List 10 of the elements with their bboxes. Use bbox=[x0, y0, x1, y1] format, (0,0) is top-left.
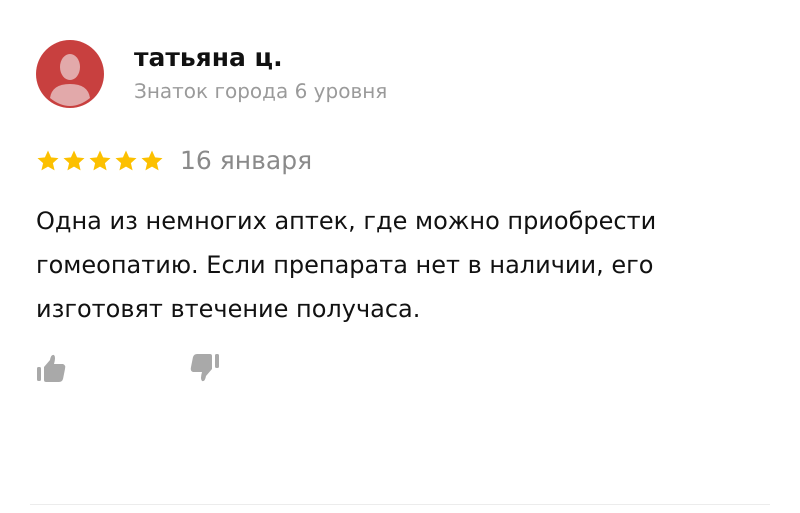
review-date: 16 января bbox=[180, 146, 312, 175]
author-level: Знаток города 6 уровня bbox=[134, 78, 388, 105]
avatar-icon bbox=[36, 40, 104, 108]
star-icon bbox=[114, 148, 138, 172]
star-icon bbox=[140, 148, 164, 172]
star-icon bbox=[36, 148, 60, 172]
star-icon bbox=[62, 148, 86, 172]
author-name: татьяна ц. bbox=[134, 42, 284, 74]
review-text: Одна из немногих аптек, где можно приобрести гомеопатию. Если препарата нет в наличии, его изготовят втечение получаса. bbox=[36, 206, 658, 325]
star-icon bbox=[88, 148, 112, 172]
